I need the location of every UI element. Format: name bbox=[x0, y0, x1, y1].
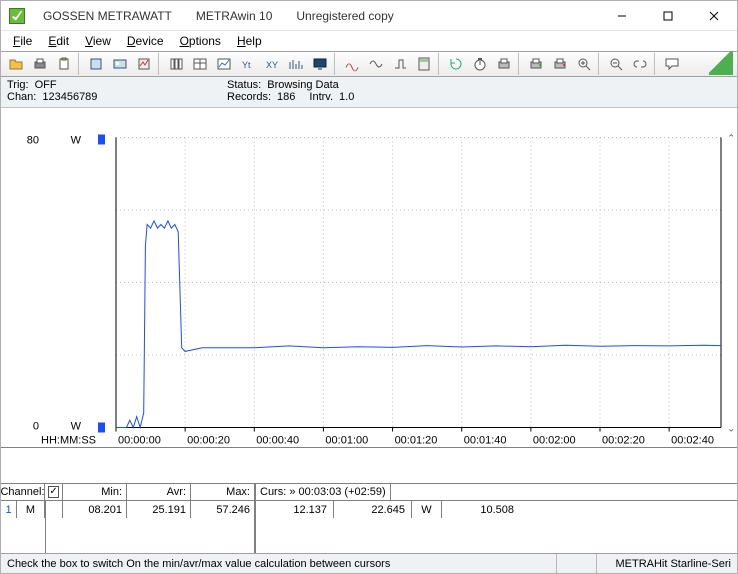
title-app: METRAwin 10 bbox=[184, 9, 284, 23]
chart-svg: 80 0 W W ⌃ ⌄ 00:00:00 00:00:20 00:00:40 00:01:00 0… bbox=[1, 108, 737, 483]
comment-icon[interactable] bbox=[661, 53, 683, 75]
svg-text:00:01:20: 00:01:20 bbox=[395, 435, 438, 447]
trig-label: Trig: bbox=[7, 79, 29, 91]
row-checkbox[interactable] bbox=[45, 501, 63, 518]
trig-value: OFF bbox=[35, 79, 57, 91]
svg-text:0: 0 bbox=[33, 421, 39, 433]
xy-icon[interactable]: XY bbox=[261, 53, 283, 75]
status-value: Browsing Data bbox=[267, 79, 339, 91]
minimize-button[interactable] bbox=[599, 1, 645, 31]
menu-file[interactable]: File bbox=[5, 33, 40, 49]
status-bar: Check the box to switch On the min/avr/m… bbox=[1, 553, 737, 573]
menu-device[interactable]: Device bbox=[119, 33, 172, 49]
title-company: GOSSEN METRAWATT bbox=[31, 9, 184, 23]
curs-value: 00:03:03 (+02:59) bbox=[299, 486, 386, 498]
svg-text:00:02:00: 00:02:00 bbox=[533, 435, 576, 447]
title-bar: GOSSEN METRAWATT METRAwin 10 Unregistere… bbox=[1, 1, 737, 31]
printer3-icon[interactable] bbox=[549, 53, 571, 75]
status-message: Check the box to switch On the min/avr/m… bbox=[1, 554, 557, 573]
intrv-label: Intrv. bbox=[309, 91, 333, 103]
svg-text:00:00:00: 00:00:00 bbox=[118, 435, 161, 447]
wave-icon[interactable] bbox=[365, 53, 387, 75]
col-channel: Channel: bbox=[1, 484, 45, 500]
menu-edit[interactable]: Edit bbox=[40, 33, 77, 49]
svg-text:HH:MM:SS: HH:MM:SS bbox=[41, 435, 96, 447]
chart-pane[interactable]: 80 0 W W ⌃ ⌄ 00:00:00 00:00:20 00:00:40 00:01:00 0… bbox=[1, 108, 737, 483]
calculator-icon[interactable] bbox=[413, 53, 435, 75]
stopwatch-icon[interactable] bbox=[469, 53, 491, 75]
intrv-value: 1.0 bbox=[339, 91, 354, 103]
row-max: 57.246 bbox=[191, 501, 255, 518]
info-bar: Trig: OFF Chan: 123456789 Status: Browsi… bbox=[1, 77, 737, 108]
print-icon[interactable] bbox=[29, 53, 51, 75]
col-min: Min: bbox=[63, 484, 127, 500]
close-button[interactable] bbox=[691, 1, 737, 31]
system-icon[interactable] bbox=[109, 53, 131, 75]
col-max: Max: bbox=[191, 484, 255, 500]
svg-text:⌃: ⌃ bbox=[727, 134, 735, 145]
svg-text:00:01:00: 00:01:00 bbox=[325, 435, 368, 447]
table-row: 1 M 08.201 25.191 57.246 bbox=[1, 501, 255, 518]
chart-icon[interactable] bbox=[213, 53, 235, 75]
records-value: 186 bbox=[277, 91, 295, 103]
table-icon[interactable] bbox=[189, 53, 211, 75]
chan-value: 123456789 bbox=[42, 91, 97, 103]
chan-label: Chan: bbox=[7, 91, 36, 103]
curs-c2: 22.645 bbox=[334, 501, 412, 518]
svg-text:W: W bbox=[71, 135, 82, 147]
trigger-icon[interactable] bbox=[389, 53, 411, 75]
printer2-icon[interactable] bbox=[525, 53, 547, 75]
yt-icon[interactable]: Yt bbox=[237, 53, 259, 75]
curs-c2-unit: W bbox=[412, 501, 442, 518]
toolbar: Yt XY bbox=[1, 51, 737, 77]
device-icon[interactable] bbox=[85, 53, 107, 75]
svg-text:00:01:40: 00:01:40 bbox=[464, 435, 507, 447]
records-label: Records: bbox=[227, 91, 271, 103]
svg-text:00:02:40: 00:02:40 bbox=[671, 435, 714, 447]
col-checkbox[interactable]: ✓ bbox=[45, 484, 63, 500]
cursor-row: 12.137 22.645 W 10.508 bbox=[256, 501, 737, 518]
svg-text:80: 80 bbox=[27, 135, 39, 147]
menu-options[interactable]: Options bbox=[172, 33, 229, 49]
zoom-in-icon[interactable] bbox=[573, 53, 595, 75]
maximize-button[interactable] bbox=[645, 1, 691, 31]
svg-text:Yt: Yt bbox=[242, 60, 251, 70]
svg-text:00:00:40: 00:00:40 bbox=[256, 435, 299, 447]
signal-icon[interactable] bbox=[341, 53, 363, 75]
clipboard-icon[interactable] bbox=[53, 53, 75, 75]
row-min: 08.201 bbox=[63, 501, 127, 518]
col-avr: Avr: bbox=[127, 484, 191, 500]
title-license: Unregistered copy bbox=[284, 9, 405, 23]
fft-icon[interactable] bbox=[285, 53, 307, 75]
row-unit: M bbox=[17, 501, 45, 518]
svg-text:⌄: ⌄ bbox=[727, 424, 735, 435]
app-icon bbox=[9, 8, 25, 24]
curs-c1: 12.137 bbox=[256, 501, 334, 518]
row-index: 1 bbox=[1, 501, 17, 518]
zoom-out-icon[interactable] bbox=[605, 53, 627, 75]
monitor-icon[interactable] bbox=[309, 53, 331, 75]
svg-text:00:02:20: 00:02:20 bbox=[602, 435, 645, 447]
link-icon[interactable] bbox=[629, 53, 651, 75]
printer1-icon[interactable] bbox=[493, 53, 515, 75]
menu-view[interactable]: View bbox=[77, 33, 119, 49]
status-device: METRAHit Starline-Seri bbox=[597, 554, 737, 573]
svg-text:00:00:20: 00:00:20 bbox=[187, 435, 230, 447]
curs-label: Curs: » bbox=[260, 486, 295, 498]
columns-icon[interactable] bbox=[165, 53, 187, 75]
resize-grip-icon bbox=[709, 51, 733, 75]
data-table: Channel: ✓ Min: Avr: Max: 1 M 08.201 25.… bbox=[1, 483, 737, 553]
menu-bar: File Edit View Device Options Help bbox=[1, 31, 737, 51]
menu-help[interactable]: Help bbox=[229, 33, 270, 49]
status-label: Status: bbox=[227, 79, 261, 91]
logger-icon[interactable] bbox=[133, 53, 155, 75]
curs-c3: 10.508 bbox=[442, 501, 520, 518]
row-avr: 25.191 bbox=[127, 501, 191, 518]
status-slot-1 bbox=[557, 554, 597, 573]
file-open-icon[interactable] bbox=[5, 53, 27, 75]
refresh-icon[interactable] bbox=[445, 53, 467, 75]
svg-text:XY: XY bbox=[266, 60, 278, 70]
svg-text:W: W bbox=[71, 421, 82, 433]
